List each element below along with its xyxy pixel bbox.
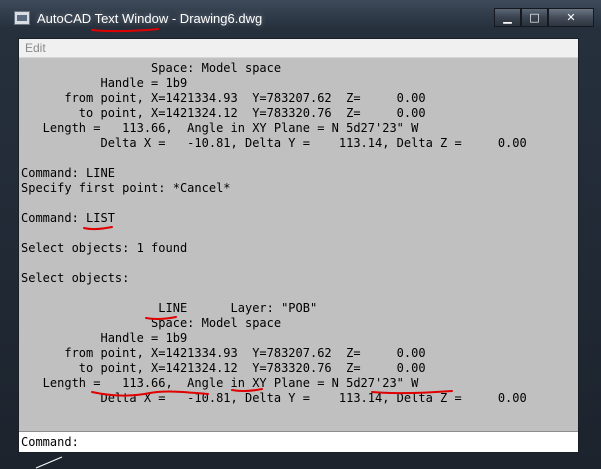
output-line: Command: LIST (21, 211, 115, 226)
output-line: Handle = 1b9 (21, 331, 188, 346)
minimize-button[interactable]: ▁ (494, 8, 521, 27)
pointer-mark (35, 456, 63, 469)
output-line: from point, X=1421334.93 Y=783207.62 Z= … (21, 346, 426, 361)
menu-bar: Edit (19, 39, 578, 58)
output-line: Space: Model space (21, 61, 282, 75)
output-line: Space: Model space (21, 316, 282, 331)
command-history[interactable]: Space: Model space Handle = 1b9 from poi… (19, 59, 578, 430)
autocad-app-icon[interactable] (14, 11, 30, 25)
output-line: Delta X = -10.81, Delta Y = 113.14, Delt… (21, 391, 527, 406)
output-line: Delta X = -10.81, Delta Y = 113.14, Delt… (21, 136, 527, 151)
output-line: LINE Layer: "POB" (21, 301, 318, 316)
output-line: Specify first point: *Cancel* (21, 181, 231, 196)
autocad-text-window: AutoCAD Text Window - Drawing6.dwg ▁ □ ✕… (0, 0, 601, 469)
output-line: Command: LINE (21, 166, 115, 181)
minimize-icon: ▁ (503, 11, 512, 24)
command-prompt: Command: (21, 435, 79, 449)
menu-edit[interactable]: Edit (25, 40, 46, 56)
window-controls: ▁ □ ✕ (494, 8, 594, 27)
output-line: Select objects: 1 found (21, 241, 188, 256)
output-line: Select objects: (21, 271, 130, 286)
output-line: to point, X=1421324.12 Y=783320.76 Z= 0.… (21, 106, 426, 121)
title-bar[interactable]: AutoCAD Text Window - Drawing6.dwg ▁ □ ✕ (0, 0, 601, 36)
output-line: Length = 113.66, Angle in XY Plane = N 5… (21, 376, 419, 391)
maximize-icon: □ (529, 11, 540, 24)
output-line: Handle = 1b9 (21, 76, 188, 91)
maximize-button[interactable]: □ (521, 8, 548, 27)
window-title: AutoCAD Text Window - Drawing6.dwg (37, 11, 263, 26)
command-line[interactable]: Command: (19, 431, 578, 452)
close-button[interactable]: ✕ (548, 8, 594, 27)
close-icon: ✕ (566, 11, 576, 24)
text-window-client: Edit Space: Model space Handle = 1b9 fro… (18, 38, 579, 453)
output-line: Length = 113.66, Angle in XY Plane = N 5… (21, 121, 419, 136)
output-line: from point, X=1421334.93 Y=783207.62 Z= … (21, 91, 426, 106)
output-line: to point, X=1421324.12 Y=783320.76 Z= 0.… (21, 361, 426, 376)
